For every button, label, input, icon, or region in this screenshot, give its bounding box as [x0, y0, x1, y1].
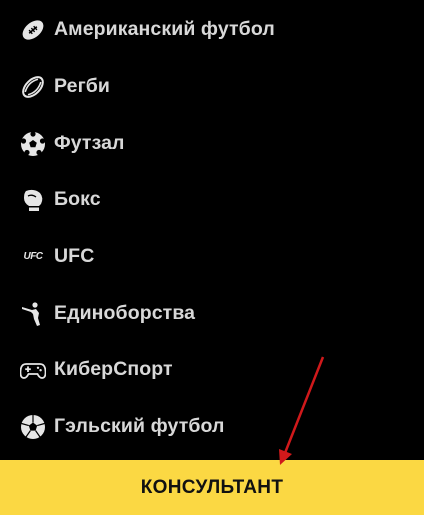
gamepad-icon — [20, 357, 46, 383]
menu-item-ufc[interactable]: UFC UFC — [0, 228, 424, 285]
american-football-icon — [20, 17, 46, 43]
consultant-button[interactable]: КОНСУЛЬТАНТ — [0, 460, 424, 515]
rugby-ball-icon — [20, 74, 46, 100]
menu-item-label: Футзал — [54, 132, 125, 154]
menu-item-futsal[interactable]: Футзал — [0, 115, 424, 172]
menu-item-esports[interactable]: КиберСпорт — [0, 341, 424, 398]
futsal-ball-icon — [20, 130, 46, 157]
menu-item-label: КиберСпорт — [54, 358, 173, 380]
martial-arts-icon — [20, 301, 46, 327]
menu-item-label: UFC — [54, 245, 95, 267]
menu-item-label: Американский футбол — [54, 18, 275, 40]
menu-item-label: Бокс — [54, 188, 101, 210]
menu-item-label: Регби — [54, 75, 111, 97]
menu-item-gaelic-football[interactable]: Гэльский футбол — [0, 398, 424, 455]
menu-item-label: Единоборства — [54, 302, 196, 324]
consultant-label: КОНСУЛЬТАНТ — [140, 476, 284, 498]
menu-item-label: Гэльский футбол — [54, 415, 225, 437]
menu-item-boxing[interactable]: Бокс — [0, 171, 424, 228]
menu-item-rugby[interactable]: Регби — [0, 58, 424, 115]
boxing-glove-icon — [20, 187, 46, 213]
menu-item-american-football[interactable]: Американский футбол — [0, 1, 424, 58]
ufc-logo-icon: UFC — [23, 251, 43, 262]
gaelic-football-icon — [20, 414, 46, 440]
menu-item-martial-arts[interactable]: Единоборства — [0, 285, 424, 342]
